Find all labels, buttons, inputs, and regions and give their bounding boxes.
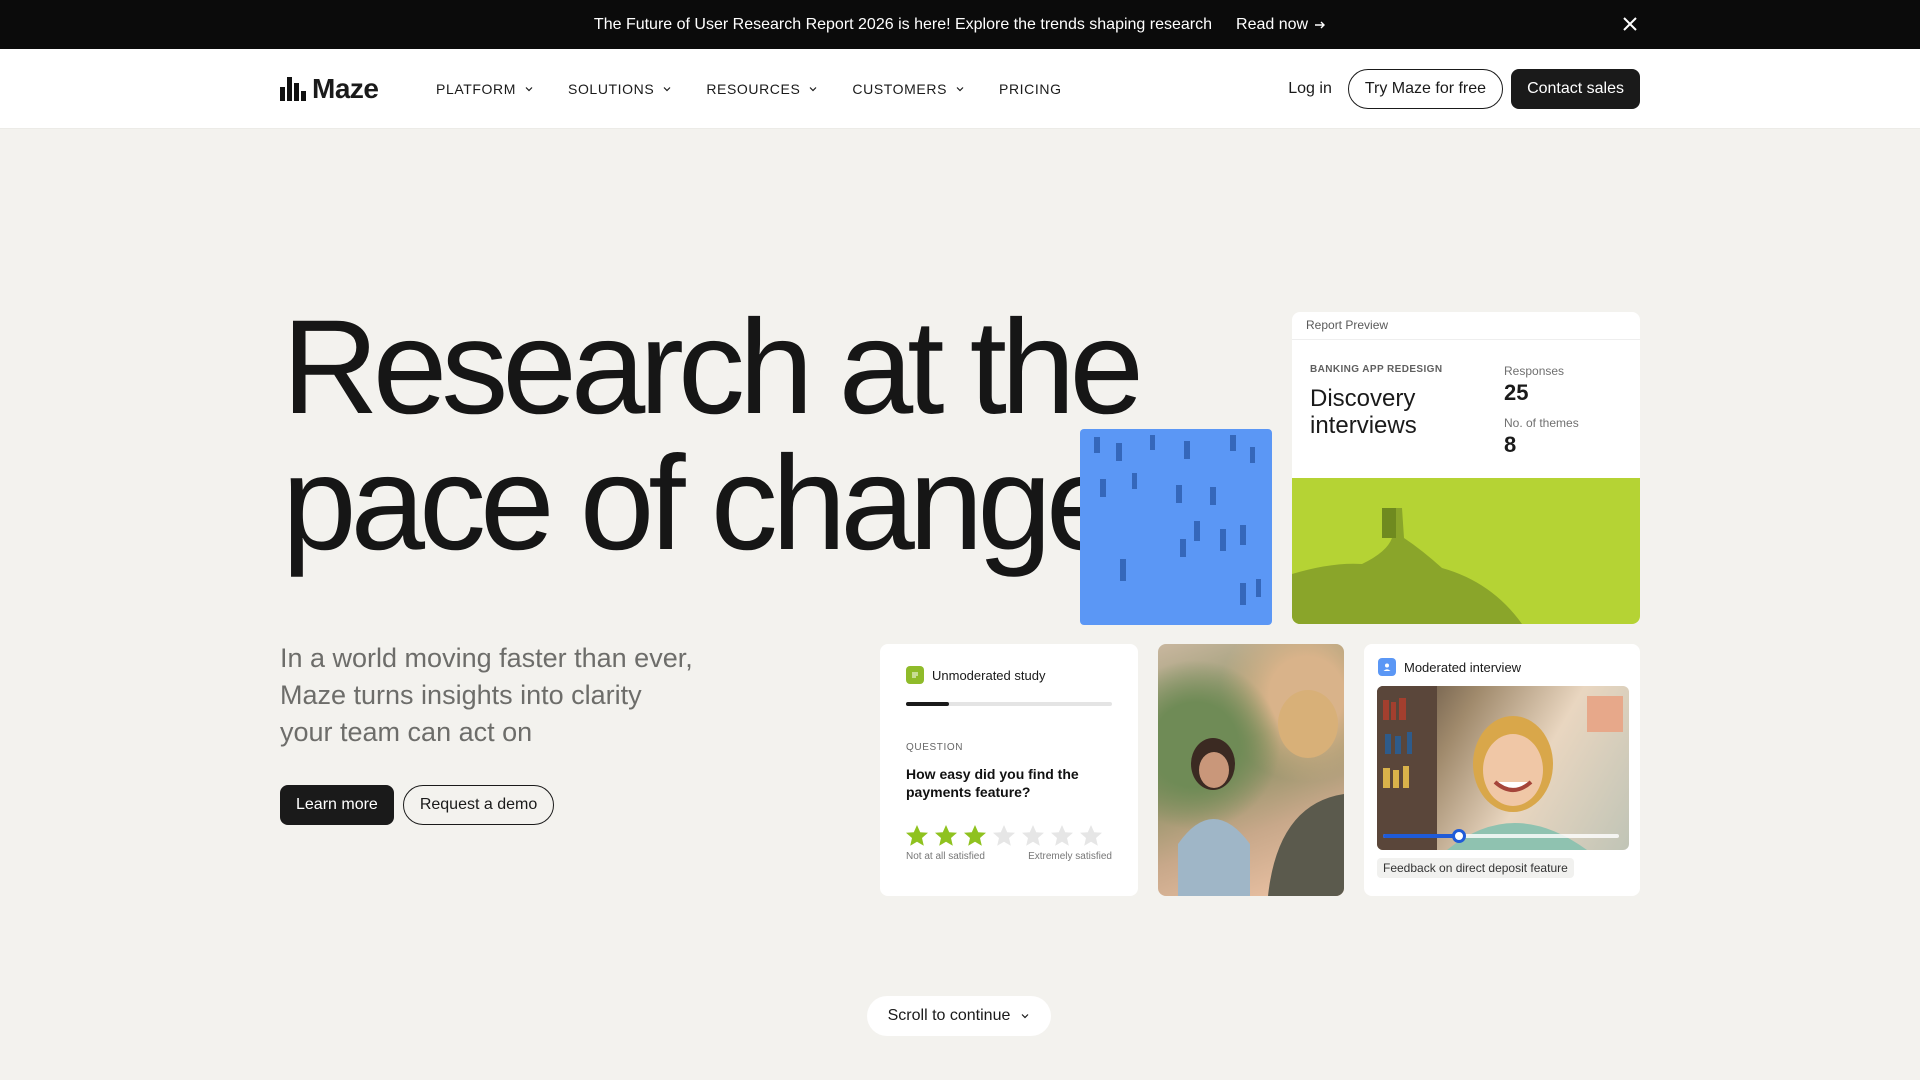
announcement-message: The Future of User Research Report 2026 … [593,15,1213,33]
chevron-down-icon [956,87,964,92]
question-text-line-1: How easy did you find the [906,766,1079,782]
hero-title: Research at the pace of change [282,293,1144,578]
maze-logo[interactable]: Maze [280,73,379,105]
chevron-down-icon [1021,1014,1029,1019]
report-preview-card: Report Preview BANKING APP REDESIGN Disc… [1292,312,1640,624]
star-icon[interactable] [1049,823,1075,849]
nav-resources[interactable]: RESOURCES [706,81,818,97]
report-green-illustration [1292,478,1640,624]
user-icon [1378,658,1396,676]
question-text: How easy did you find the payments featu… [880,753,1138,801]
study-progress-fill [906,702,950,706]
arrow-right-icon [1315,21,1326,28]
announcement-read-link[interactable]: Read now [1236,16,1326,34]
report-preview-body: BANKING APP REDESIGN Discovery interview… [1292,340,1640,478]
hero-title-line-1: Research at the [282,293,1144,442]
announcement-bar: The Future of User Research Report 2026 … [0,0,1920,49]
hero-subtitle: In a world moving faster than ever, Maze… [280,640,740,751]
announcement-read-label: Read now [1236,15,1309,33]
close-announcement-button[interactable] [1620,14,1640,34]
responses-label: Responses [1504,364,1565,378]
learn-more-button[interactable]: Learn more [280,785,394,825]
unmoderated-study-header: Unmoderated study [880,644,1138,684]
rating-low-label: Not at all satisfied [906,851,985,862]
list-icon [906,666,924,684]
video-scrubber-fill [1383,834,1459,838]
people-silhouettes [1178,690,1344,896]
unmoderated-study-label: Unmoderated study [932,667,1046,683]
interview-caption: Feedback on direct deposit feature [1377,858,1574,878]
video-scrubber-handle[interactable] [1451,829,1466,843]
report-preview-header: Report Preview [1292,312,1640,340]
unmoderated-study-card: Unmoderated study QUESTION How easy did … [880,644,1138,896]
star-rating[interactable] [880,801,1138,849]
rating-scale-labels: Not at all satisfied Extremely satisfied [880,849,1138,862]
hero-subtitle-line-1: In a world moving faster than ever, [280,643,693,673]
moderated-interview-card: Moderated interview Feedback on direct d… [1364,644,1640,896]
moderated-interview-label: Moderated interview [1404,659,1522,675]
chevron-down-icon [525,87,533,92]
responses-value: 25 [1504,380,1529,405]
maze-logo-icon [280,77,306,101]
star-icon[interactable] [933,823,959,849]
site-header: Maze PLATFORM SOLUTIONS RESOURCES CUSTOM… [0,49,1920,129]
logo-text: Maze [312,73,379,104]
nav-pricing-label: PRICING [999,81,1062,97]
star-icon[interactable] [991,823,1017,849]
hill-silhouette [1292,508,1522,624]
star-icon[interactable] [1020,823,1046,849]
login-link[interactable]: Log in [1288,80,1332,98]
crowd-illustration [1080,429,1272,625]
interview-video[interactable] [1377,686,1629,850]
interviewee-scene [1377,686,1623,850]
hero-subtitle-line-3: your team can act on [280,717,533,747]
nav-pricing[interactable]: PRICING [999,81,1062,97]
hero-ctas: Learn more Request a demo [280,785,555,825]
rating-high-label: Extremely satisfied [1028,851,1112,862]
header-actions: Log in Try Maze for free Contact sales [1288,69,1640,109]
nav-platform-label: PLATFORM [436,81,516,97]
request-demo-button[interactable]: Request a demo [402,785,555,825]
hero-title-line-2: pace of change [282,429,1120,578]
nav-platform[interactable]: PLATFORM [436,81,534,97]
chevron-down-icon [809,87,817,92]
themes-label: No. of themes [1504,416,1579,430]
try-free-button[interactable]: Try Maze for free [1347,69,1504,109]
crowd-figures [1094,435,1261,605]
report-stats: Responses 25 No. of themes 8 [1504,364,1620,468]
research-photo [1158,644,1344,896]
hero-subtitle-line-2: Maze turns insights into clarity [280,680,642,710]
contact-sales-button[interactable]: Contact sales [1511,69,1640,109]
main-nav: PLATFORM SOLUTIONS RESOURCES CUSTOMERS P… [436,49,1062,129]
themes-value: 8 [1504,432,1517,457]
video-scrubber[interactable] [1383,829,1619,843]
study-progress-bar [906,702,1112,706]
moderated-interview-header: Moderated interview [1364,644,1640,676]
nav-solutions[interactable]: SOLUTIONS [568,81,672,97]
close-icon [1623,17,1637,31]
star-icon[interactable] [1078,823,1104,849]
star-icon[interactable] [962,823,988,849]
star-icon[interactable] [904,823,930,849]
scroll-to-continue-button[interactable]: Scroll to continue [867,996,1051,1036]
question-text-line-2: payments feature? [906,784,1031,800]
nav-resources-label: RESOURCES [706,81,801,97]
scroll-to-continue-label: Scroll to continue [887,1007,1011,1024]
chevron-down-icon [663,87,671,92]
nav-customers-label: CUSTOMERS [852,81,948,97]
nav-solutions-label: SOLUTIONS [568,81,655,97]
question-label: QUESTION [906,742,964,753]
nav-customers[interactable]: CUSTOMERS [852,81,965,97]
